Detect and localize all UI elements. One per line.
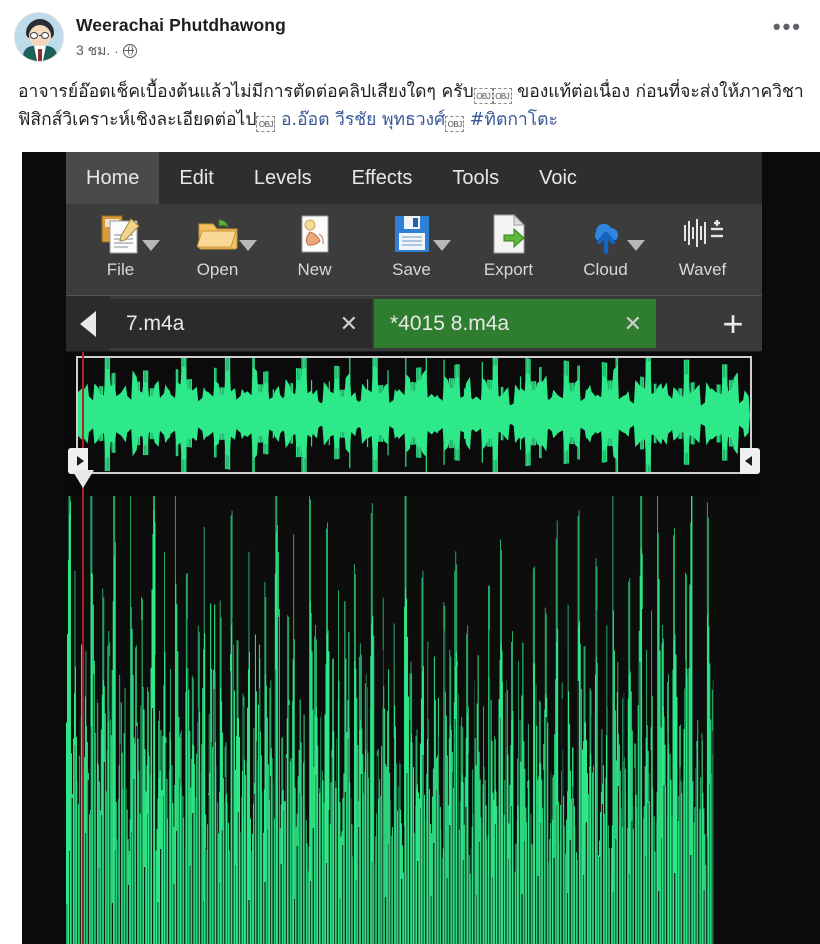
waveform-overview[interactable] — [66, 352, 762, 496]
new-document-icon — [266, 204, 363, 260]
file-tab[interactable]: 7.m4a ✕ — [110, 299, 372, 348]
avatar-glasses-bridge — [38, 35, 42, 37]
globe-icon[interactable] — [122, 44, 137, 58]
avatar[interactable] — [14, 12, 64, 62]
post-more-options-button[interactable]: ••• — [773, 16, 802, 38]
post-mention-link[interactable]: อ.อ๊อต วีรชัย พุทธวงศ์ — [275, 110, 445, 130]
overview-selection-frame[interactable] — [76, 356, 752, 474]
post-subline: 3 ชม. · — [76, 40, 286, 62]
ribbon-tab-edit[interactable]: Edit — [159, 152, 233, 204]
ribbon-button-file[interactable]: File — [72, 204, 169, 296]
post-hashtag-link[interactable]: #ทิตกาโตะ — [464, 110, 558, 130]
ribbon-button-open[interactable]: Open — [169, 204, 266, 296]
ribbon-button-label: Export — [483, 260, 534, 279]
ribbon-button-wavef[interactable]: Wavef — [654, 204, 751, 296]
file-tab-active[interactable]: *4015 8.m4a ✕ — [374, 299, 656, 348]
chevron-down-icon[interactable] — [239, 240, 257, 251]
avatar-glasses-right-icon — [41, 32, 49, 39]
close-icon[interactable]: ✕ — [624, 311, 642, 337]
file-tab-label: *4015 8.m4a — [390, 311, 510, 335]
ribbon-button-label: File — [106, 260, 135, 279]
ribbon-button-export[interactable]: Export — [460, 204, 557, 296]
post-timestamp[interactable]: 3 ชม. — [76, 40, 110, 62]
selection-handle-right[interactable] — [740, 448, 760, 474]
ribbon-button-label: Cloud — [583, 260, 628, 279]
audio-editor-app: Home Edit Levels Effects Tools Voic File Open… — [66, 152, 762, 944]
post-author-name[interactable]: Weerachai Phutdhawong — [76, 15, 286, 36]
emoji-placeholder-box: OBJ — [473, 88, 493, 104]
ribbon-button-save[interactable]: Save — [363, 204, 460, 296]
ribbon-button-label: Wavef — [678, 260, 727, 279]
waveform-icon — [654, 204, 751, 260]
embedded-screenshot: Home Edit Levels Effects Tools Voic File Open… — [22, 152, 820, 944]
close-icon[interactable]: ✕ — [340, 311, 358, 337]
avatar-tie — [38, 49, 42, 61]
emoji-placeholder-box: OBJ — [492, 88, 512, 104]
add-tab-button[interactable]: + — [704, 296, 762, 351]
ribbon-tab-effects[interactable]: Effects — [332, 152, 433, 204]
waveform-main-view[interactable] — [66, 496, 762, 944]
avatar-glasses-left-icon — [30, 32, 38, 39]
ribbon-button-new[interactable]: New — [266, 204, 363, 296]
emoji-placeholder-box: OBJ — [445, 116, 465, 133]
ribbon-button-label: New — [297, 260, 332, 279]
open-folder-icon — [169, 204, 266, 260]
ribbon-tab-levels[interactable]: Levels — [234, 152, 332, 204]
post-text-run: อาจารย์อ๊อตเช็คเบื้องต้นแล้วไม่มีการตัดต… — [18, 82, 474, 102]
post-separator: · — [114, 43, 119, 59]
playhead-marker[interactable] — [72, 470, 94, 488]
post-header: Weerachai Phutdhawong 3 ชม. · ••• — [0, 0, 820, 72]
file-tab-bar: 7.m4a ✕ *4015 8.m4a ✕ + — [66, 296, 762, 352]
cloud-upload-icon — [557, 204, 654, 260]
post-text: อาจารย์อ๊อตเช็คเบื้องต้นแล้วไม่มีการตัดต… — [0, 72, 820, 150]
file-tab-label: 7.m4a — [126, 311, 185, 335]
overview-waveform-graphic — [78, 358, 750, 472]
floppy-disk-icon — [363, 204, 460, 260]
chevron-down-icon[interactable] — [627, 240, 645, 251]
file-documents-icon — [72, 204, 169, 260]
chevron-down-icon[interactable] — [142, 240, 160, 251]
main-playhead-line — [82, 496, 84, 944]
ribbon-tab-home[interactable]: Home — [66, 152, 160, 204]
export-document-icon — [460, 204, 557, 260]
ribbon-tab-bar: Home Edit Levels Effects Tools Voic — [66, 152, 762, 204]
post-meta: Weerachai Phutdhawong 3 ชม. · — [76, 12, 286, 62]
ribbon-button-label: Save — [392, 260, 431, 279]
ribbon-tab-voic[interactable]: Voic — [519, 152, 597, 204]
chevron-left-icon[interactable] — [66, 296, 110, 351]
ribbon-toolbar: File Open New Save Export Cloud Wavef — [66, 204, 762, 296]
ribbon-tab-tools[interactable]: Tools — [432, 152, 519, 204]
ribbon-button-label: Open — [196, 260, 239, 279]
ribbon-button-cloud[interactable]: Cloud — [557, 204, 654, 296]
main-waveform-graphic — [66, 496, 762, 944]
chevron-down-icon[interactable] — [433, 240, 451, 251]
emoji-placeholder-box: OBJ — [256, 116, 276, 133]
